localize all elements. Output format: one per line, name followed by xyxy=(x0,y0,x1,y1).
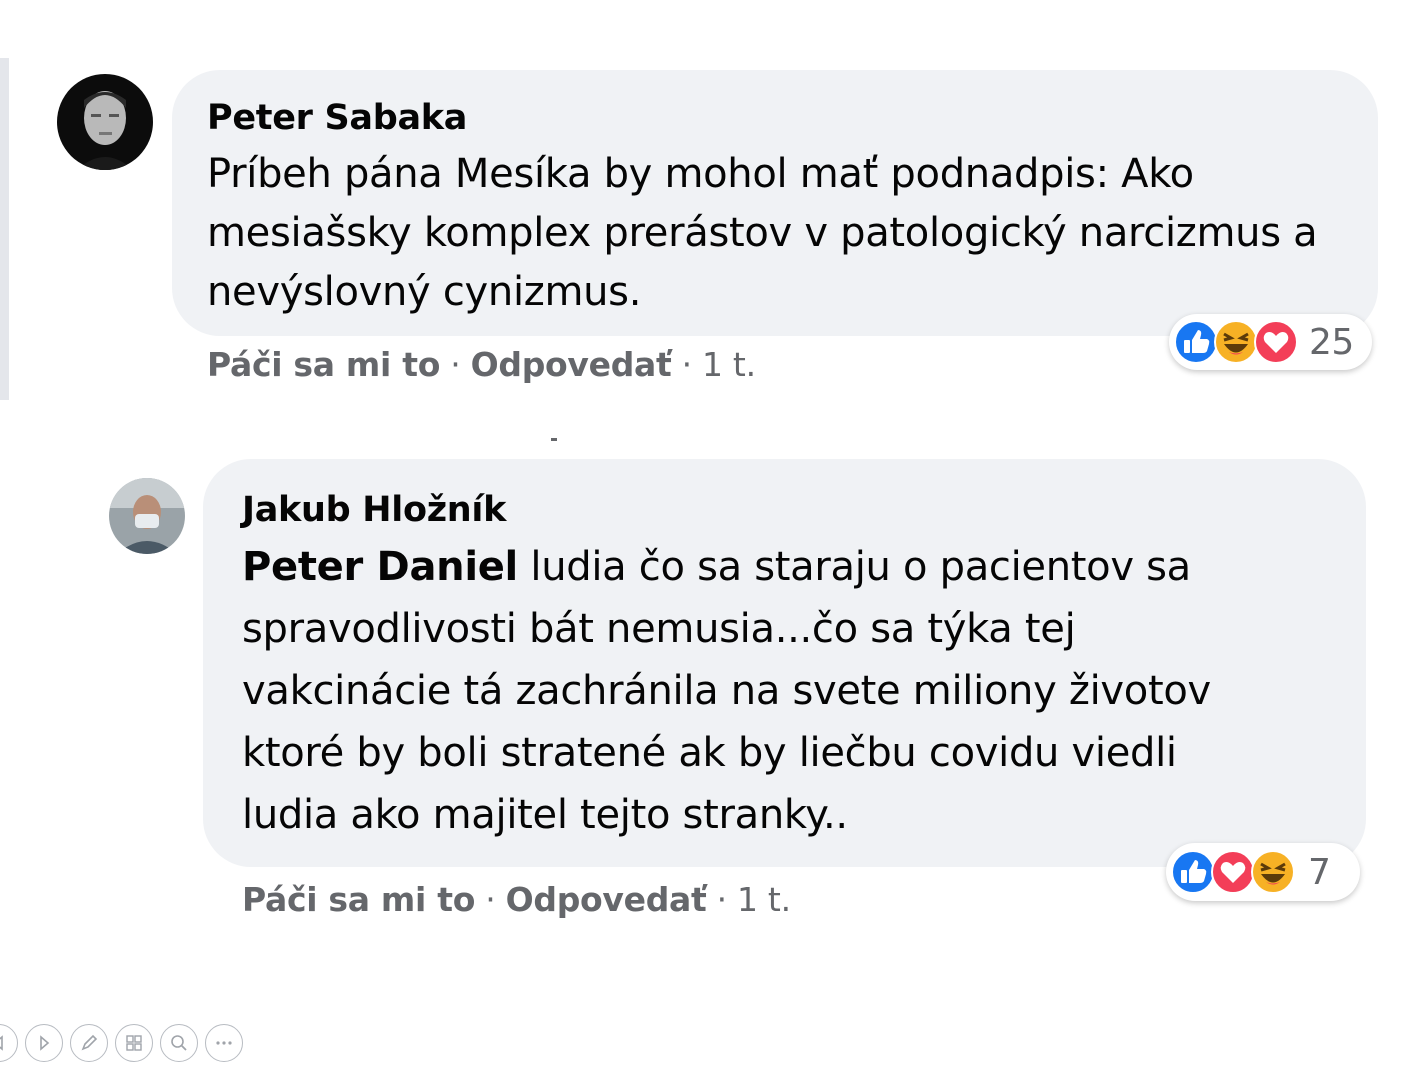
divider-mark xyxy=(551,438,557,441)
reply-button[interactable]: Odpovedať xyxy=(471,345,672,384)
reaction-count[interactable]: 25 xyxy=(1309,322,1354,363)
comment-actions: Páči sa mi to · Odpovedať · 1 t. xyxy=(207,345,756,384)
slides-icon[interactable] xyxy=(115,1024,153,1062)
avatar-jakub-hloznik[interactable] xyxy=(109,478,185,554)
comment-text-line: Príbeh pána Mesíka by mohol mať podnadpi… xyxy=(207,151,1194,197)
comment-timestamp[interactable]: 1 t. xyxy=(737,880,791,919)
comment-text-line: ludia ako majitel tejto stranky.. xyxy=(242,792,848,838)
avatar-peter-sabaka[interactable] xyxy=(57,74,153,170)
comment-author[interactable]: Jakub Hložník xyxy=(242,490,506,530)
next-icon[interactable] xyxy=(25,1024,63,1062)
reply-button[interactable]: Odpovedať xyxy=(506,880,707,919)
comment-text-segment: ludia čo sa staraju o pacientov sa xyxy=(517,544,1191,590)
reactions-summary[interactable]: 7 xyxy=(1166,843,1360,901)
comment-text-line: nevýslovný cynizmus. xyxy=(207,269,642,315)
love-icon xyxy=(1253,319,1299,365)
mention-link[interactable]: Peter Daniel xyxy=(242,544,518,590)
zoom-icon[interactable] xyxy=(160,1024,198,1062)
separator: · xyxy=(475,880,506,919)
like-button[interactable]: Páči sa mi to xyxy=(242,880,475,919)
comment-text: Peter Daniel ludia čo sa staraju o pacie… xyxy=(242,536,1211,846)
reactions-summary[interactable]: 25 xyxy=(1169,314,1372,370)
more-icon[interactable] xyxy=(205,1024,243,1062)
like-button[interactable]: Páči sa mi to xyxy=(207,345,440,384)
comment-text-line: spravodlivosti bát nemusia...čo sa týka … xyxy=(242,606,1076,652)
comment-actions: Páči sa mi to · Odpovedať · 1 t. xyxy=(242,880,791,919)
comment-text-line: ktoré by boli stratené ak by liečbu covi… xyxy=(242,730,1177,776)
comment-text: Príbeh pána Mesíka by mohol mať podnadpi… xyxy=(207,145,1318,322)
haha-icon xyxy=(1250,849,1296,895)
previous-icon[interactable] xyxy=(0,1024,18,1062)
presentation-toolbar xyxy=(0,1024,243,1064)
reaction-count[interactable]: 7 xyxy=(1308,852,1331,893)
comment-timestamp[interactable]: 1 t. xyxy=(702,345,756,384)
comment-text-line: Peter Daniel ludia čo sa staraju o pacie… xyxy=(242,536,1211,598)
comment-text-line: vakcinácie tá zachránila na svete milion… xyxy=(242,668,1211,714)
comment-author[interactable]: Peter Sabaka xyxy=(207,98,467,138)
separator: · xyxy=(440,345,471,384)
thread-line xyxy=(0,58,9,400)
separator: · xyxy=(706,880,738,919)
comment-text-line: mesiašsky komplex prerástov v patologick… xyxy=(207,210,1318,256)
pen-icon[interactable] xyxy=(70,1024,108,1062)
separator: · xyxy=(671,345,703,384)
